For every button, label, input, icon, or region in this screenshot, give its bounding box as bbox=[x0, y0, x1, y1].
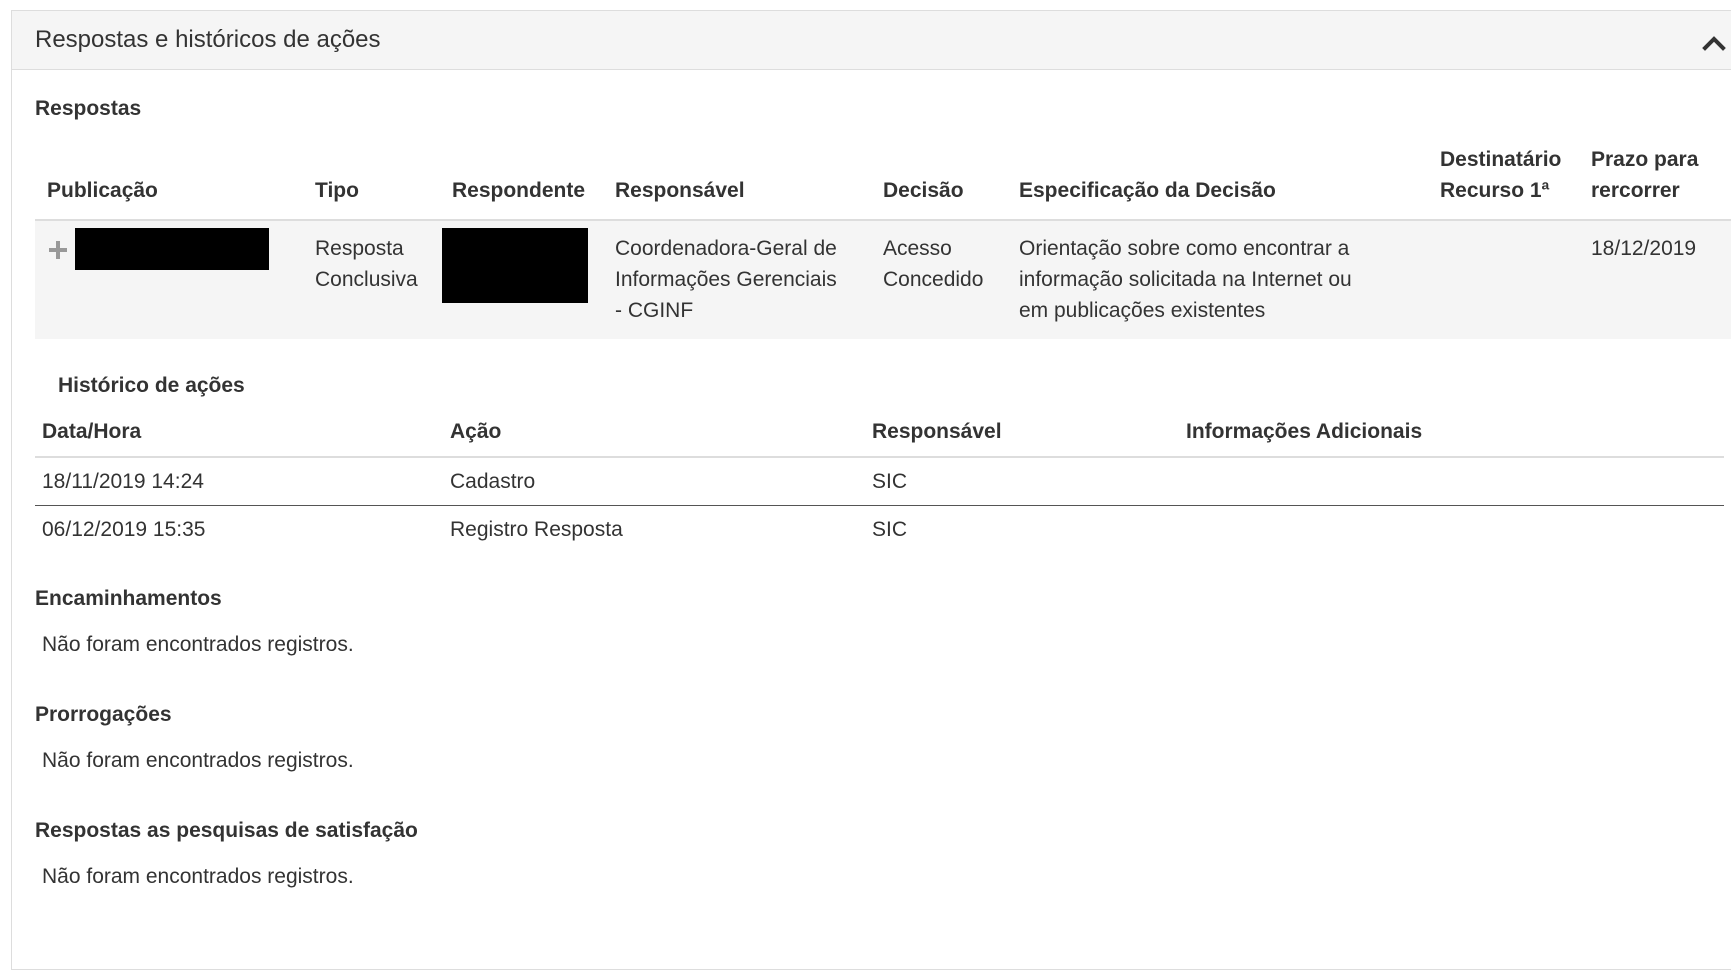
panel-title: Respostas e históricos de ações bbox=[35, 26, 381, 53]
th-hist-responsavel: Responsável bbox=[872, 420, 1002, 443]
row-especificacao-line1: Orientação sobre como encontrar a bbox=[1019, 237, 1350, 260]
row-tipo-line1: Resposta bbox=[315, 237, 404, 260]
respostas-section-title: Respostas bbox=[35, 97, 142, 120]
hist-row2-responsavel: SIC bbox=[872, 518, 908, 541]
th-info-adicionais: Informações Adicionais bbox=[1186, 420, 1423, 443]
encaminhamentos-empty-message: Não foram encontrados registros. bbox=[42, 633, 354, 656]
publicacao-redacted bbox=[75, 228, 269, 270]
th-prazo-line1: Prazo para bbox=[1591, 148, 1699, 171]
th-especificacao: Especificação da Decisão bbox=[1019, 179, 1276, 202]
row-especificacao-line2: informação solicitada na Internet ou bbox=[1019, 268, 1352, 291]
th-data-hora: Data/Hora bbox=[42, 420, 142, 443]
th-prazo-line2: rercorrer bbox=[1591, 179, 1680, 202]
hist-row2-acao: Registro Resposta bbox=[450, 518, 623, 541]
historico-section-title: Histórico de ações bbox=[58, 374, 245, 397]
historico-header-divider bbox=[35, 456, 1724, 458]
hist-row1-responsavel: SIC bbox=[872, 470, 908, 493]
encaminhamentos-section-title: Encaminhamentos bbox=[35, 587, 222, 610]
historico-row-divider bbox=[35, 505, 1724, 506]
pesquisas-empty-message: Não foram encontrados registros. bbox=[42, 865, 354, 888]
row-decisao-line1: Acesso bbox=[883, 237, 952, 260]
hist-row1-data: 18/11/2019 14:24 bbox=[42, 470, 204, 493]
row-responsavel-line1: Coordenadora-Geral de bbox=[615, 237, 837, 260]
hist-row1-acao: Cadastro bbox=[450, 470, 536, 493]
respondente-redacted bbox=[442, 228, 588, 303]
th-acao: Ação bbox=[450, 420, 502, 443]
pesquisas-section-title: Respostas as pesquisas de satisfação bbox=[35, 819, 418, 842]
th-responsavel: Responsável bbox=[615, 179, 745, 202]
prorrogacoes-empty-message: Não foram encontrados registros. bbox=[42, 749, 354, 772]
row-responsavel-line3: - CGINF bbox=[615, 299, 694, 322]
th-tipo: Tipo bbox=[315, 179, 359, 202]
th-destinatario-line2: Recurso 1ª bbox=[1440, 179, 1550, 202]
row-decisao-line2: Concedido bbox=[883, 268, 984, 291]
chevron-up-icon[interactable] bbox=[1702, 31, 1726, 55]
plus-icon[interactable] bbox=[48, 240, 68, 260]
hist-row2-data: 06/12/2019 15:35 bbox=[42, 518, 206, 541]
panel-header[interactable]: Respostas e históricos de ações bbox=[12, 11, 1731, 70]
row-tipo-line2: Conclusiva bbox=[315, 268, 418, 291]
row-especificacao-line3: em publicações existentes bbox=[1019, 299, 1266, 322]
row-prazo: 18/12/2019 bbox=[1591, 237, 1697, 260]
row-responsavel-line2: Informações Gerenciais bbox=[615, 268, 837, 291]
th-respondente: Respondente bbox=[452, 179, 586, 202]
th-decisao: Decisão bbox=[883, 179, 964, 202]
th-publicacao: Publicação bbox=[47, 179, 158, 202]
prorrogacoes-section-title: Prorrogações bbox=[35, 703, 172, 726]
th-destinatario-line1: Destinatário bbox=[1440, 148, 1562, 171]
